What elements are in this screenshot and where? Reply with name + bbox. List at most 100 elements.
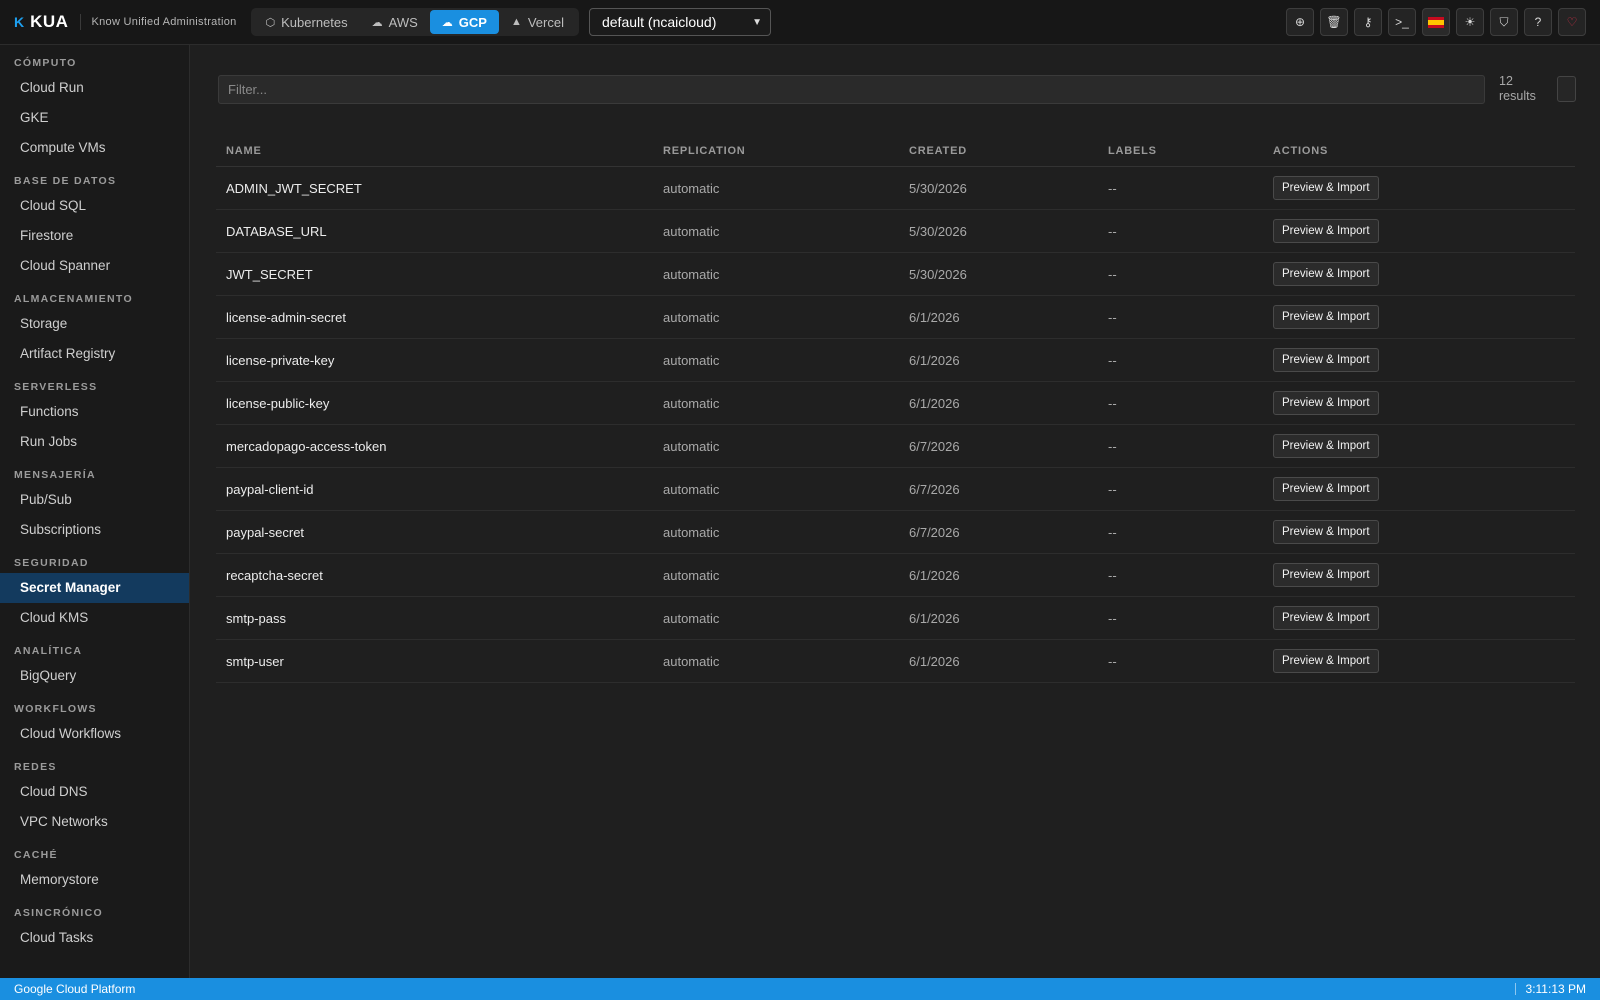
kua-logo-icon: K — [14, 14, 25, 30]
preview-import-button[interactable]: Preview & Import — [1273, 176, 1379, 200]
sidebar-item-cloud-kms[interactable]: Cloud KMS — [0, 603, 189, 633]
sidebar-item-memorystore[interactable]: Memorystore — [0, 865, 189, 895]
delete-button[interactable]: 🗑 — [1320, 8, 1348, 36]
shield-icon: ⛉ — [1499, 14, 1509, 29]
spain-flag-icon — [1428, 16, 1444, 28]
theme-toggle-button[interactable]: ☀ — [1456, 8, 1484, 36]
view-toggle-button[interactable] — [1557, 76, 1576, 102]
sidebar-section: REDES Cloud DNS VPC Networks — [0, 757, 189, 837]
cell-actions: Preview & Import — [1263, 477, 1575, 501]
table-row[interactable]: smtp-user automatic 6/1/2026 -- Preview & Im… — [216, 640, 1575, 683]
sidebar-item-cloud-dns[interactable]: Cloud DNS — [0, 777, 189, 807]
status-provider: Google Cloud Platform — [14, 982, 136, 996]
column-header-name[interactable]: NAME — [216, 143, 653, 159]
cell-actions: Preview & Import — [1263, 176, 1575, 200]
cell-actions: Preview & Import — [1263, 563, 1575, 587]
kubernetes-icon: ⬡ — [265, 16, 276, 29]
sidebar-item-cloud-sql[interactable]: Cloud SQL — [0, 191, 189, 221]
cell-name: paypal-secret — [226, 524, 305, 540]
sidebar-item-cloud-tasks[interactable]: Cloud Tasks — [0, 923, 189, 953]
preview-import-button[interactable]: Preview & Import — [1273, 391, 1379, 415]
tab-kubernetes[interactable]: ⬡ Kubernetes — [254, 10, 360, 34]
sidebar-item-artifact-registry[interactable]: Artifact Registry — [0, 339, 189, 369]
column-header-labels[interactable]: LABELS — [1098, 143, 1263, 159]
cell-labels: -- — [1108, 352, 1117, 368]
sidebar-section: ALMACENAMIENTO Storage Artifact Registry — [0, 289, 189, 369]
preview-import-button[interactable]: Preview & Import — [1273, 606, 1379, 630]
preview-import-button[interactable]: Preview & Import — [1273, 520, 1379, 544]
cell-replication: automatic — [663, 524, 720, 540]
table-row[interactable]: license-private-key automatic 6/1/2026 -- Pr… — [216, 339, 1575, 382]
tab-aws[interactable]: ☁ AWS — [360, 10, 430, 34]
sidebar-item-cloud-spanner[interactable]: Cloud Spanner — [0, 251, 189, 281]
language-button[interactable] — [1422, 8, 1450, 36]
table-row[interactable]: mercadopago-access-token automatic 6/7/202… — [216, 425, 1575, 468]
sidebar-item-bigquery[interactable]: BigQuery — [0, 661, 189, 691]
table-row[interactable]: DATABASE_URL automatic 5/30/2026 -- Preview … — [216, 210, 1575, 253]
sidebar-item-cloud-run[interactable]: Cloud Run — [0, 73, 189, 103]
main-content: 12 results NAME REPLICATION CREATED LABE… — [190, 45, 1600, 978]
sidebar-item-secret-manager[interactable]: Secret Manager — [0, 573, 189, 603]
terminal-button[interactable]: >_ — [1388, 8, 1416, 36]
table-row[interactable]: JWT_SECRET automatic 5/30/2026 -- Preview & … — [216, 253, 1575, 296]
tab-gcp[interactable]: ☁ GCP — [429, 10, 499, 34]
cell-name: smtp-pass — [226, 610, 286, 626]
preview-import-button[interactable]: Preview & Import — [1273, 262, 1379, 286]
filter-input[interactable] — [218, 74, 1485, 104]
credentials-button[interactable]: ⚷ — [1354, 8, 1382, 36]
cell-name: recaptcha-secret — [226, 567, 323, 583]
cell-replication: automatic — [663, 395, 720, 411]
triangle-icon: ▲ — [510, 16, 522, 28]
cell-actions: Preview & Import — [1263, 348, 1575, 372]
sidebar-item-subscriptions[interactable]: Subscriptions — [0, 515, 189, 545]
cell-created: 6/1/2026 — [909, 309, 960, 325]
tab-vercel[interactable]: ▲ Vercel — [499, 10, 576, 34]
preview-import-button[interactable]: Preview & Import — [1273, 563, 1379, 587]
table-row[interactable]: paypal-secret automatic 6/7/2026 -- Preview … — [216, 511, 1575, 554]
preview-import-button[interactable]: Preview & Import — [1273, 305, 1379, 329]
sidebar-item-storage[interactable]: Storage — [0, 309, 189, 339]
sidebar-item-pub-sub[interactable]: Pub/Sub — [0, 485, 189, 515]
favorite-button[interactable]: ♡ — [1558, 8, 1586, 36]
brand-divider — [80, 14, 82, 30]
cell-actions: Preview & Import — [1263, 434, 1575, 458]
sidebar-item-functions[interactable]: Functions — [0, 397, 189, 427]
cell-name: DATABASE_URL — [226, 223, 327, 239]
cell-created: 5/30/2026 — [909, 180, 967, 196]
sidebar-item-run-jobs[interactable]: Run Jobs — [0, 427, 189, 457]
sidebar-item-cloud-workflows[interactable]: Cloud Workflows — [0, 719, 189, 749]
table-row[interactable]: smtp-pass automatic 6/1/2026 -- Preview & Im… — [216, 597, 1575, 640]
cell-replication: automatic — [663, 352, 720, 368]
column-header-created[interactable]: CREATED — [899, 143, 1098, 159]
cell-created: 6/1/2026 — [909, 352, 960, 368]
table-row[interactable]: paypal-client-id automatic 6/7/2026 -- Previ… — [216, 468, 1575, 511]
tab-label: AWS — [388, 14, 418, 30]
preview-import-button[interactable]: Preview & Import — [1273, 434, 1379, 458]
table-row[interactable]: license-admin-secret automatic 6/1/2026 -- P… — [216, 296, 1575, 339]
table-row[interactable]: ADMIN_JWT_SECRET automatic 5/30/2026 -- Prev… — [216, 167, 1575, 210]
cell-name: license-admin-secret — [226, 309, 346, 325]
sidebar-item-vpc-networks[interactable]: VPC Networks — [0, 807, 189, 837]
help-button[interactable]: ? — [1524, 8, 1552, 36]
security-button[interactable]: ⛉ — [1490, 8, 1518, 36]
table-row[interactable]: license-public-key automatic 6/1/2026 -- Pre… — [216, 382, 1575, 425]
preview-import-button[interactable]: Preview & Import — [1273, 219, 1379, 243]
brand[interactable]: K KUA Know Unified Administration — [0, 0, 237, 44]
sidebar-item-gke[interactable]: GKE — [0, 103, 189, 133]
cell-replication: automatic — [663, 266, 720, 282]
help-icon: ? — [1534, 15, 1542, 29]
preview-import-button[interactable]: Preview & Import — [1273, 348, 1379, 372]
status-clock: 3:11:13 PM — [1525, 982, 1586, 996]
column-header-replication[interactable]: REPLICATION — [653, 143, 899, 159]
sidebar-item-firestore[interactable]: Firestore — [0, 221, 189, 251]
provider-tabs: ⬡ Kubernetes ☁ AWS ☁ GCP ▲ Vercel — [250, 8, 579, 36]
sidebar-heading: CÓMPUTO — [14, 57, 77, 69]
sidebar-item-compute-vms[interactable]: Compute VMs — [0, 133, 189, 163]
preview-import-button[interactable]: Preview & Import — [1273, 477, 1379, 501]
cell-actions: Preview & Import — [1263, 606, 1575, 630]
preview-import-button[interactable]: Preview & Import — [1273, 649, 1379, 673]
project-select[interactable]: default (ncaicloud) ▼ — [588, 8, 771, 36]
table-row[interactable]: recaptcha-secret automatic 6/1/2026 -- Previ… — [216, 554, 1575, 597]
add-button[interactable]: ⊕ — [1286, 8, 1314, 36]
cell-labels: -- — [1108, 567, 1117, 583]
